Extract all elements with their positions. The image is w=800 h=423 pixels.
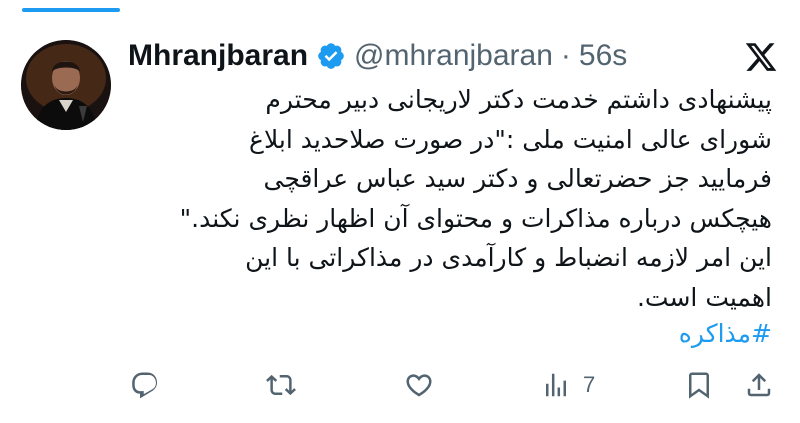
- separator-dot: ·: [560, 39, 571, 72]
- retweet-button[interactable]: [266, 368, 296, 402]
- tweet-header: Mhranjbaran @mhranjbaran · 56s: [128, 36, 627, 76]
- tab-indicator: [22, 8, 120, 12]
- views-chart-icon: [541, 370, 571, 400]
- tweet-text-line: هیچکس درباره مذاکرات و محتوای آن اظهار ن…: [179, 203, 772, 233]
- action-bar: 7: [0, 362, 800, 408]
- reply-button[interactable]: [130, 368, 160, 402]
- heart-icon: [404, 370, 434, 400]
- avatar-portrait: [21, 40, 111, 130]
- x-logo-icon: [744, 40, 778, 74]
- views-button[interactable]: 7: [541, 368, 595, 402]
- avatar[interactable]: [21, 40, 111, 130]
- retweet-icon: [266, 370, 296, 400]
- tweet-text-line: اهمیت است.: [636, 282, 772, 312]
- like-button[interactable]: [404, 368, 434, 402]
- user-handle[interactable]: @mhranjbaran: [354, 39, 553, 73]
- share-icon: [744, 370, 774, 400]
- timestamp[interactable]: 56s: [579, 39, 627, 73]
- verified-badge-icon[interactable]: [316, 41, 346, 71]
- tweet-text: پیشنهادی داشتم خدمت دکتر لاریجانی دبیر م…: [122, 80, 772, 317]
- hashtag-link[interactable]: #مذاکره: [679, 316, 772, 352]
- bookmark-icon: [684, 370, 714, 400]
- views-count: 7: [583, 372, 596, 397]
- tweet-text-line: پیشنهادی داشتم خدمت دکتر لاریجانی دبیر م…: [265, 85, 772, 114]
- bookmark-button[interactable]: [684, 368, 714, 402]
- reply-icon: [130, 370, 160, 400]
- tweet-text-line: فرمایید جز حضرتعالی و دکتر سید عباس عراق…: [263, 164, 772, 193]
- share-button[interactable]: [744, 368, 774, 402]
- display-name[interactable]: Mhranjbaran: [128, 39, 308, 73]
- tweet-text-line: این امر لازمه انضباط و کارآمدی در مذاکرا…: [245, 243, 772, 272]
- tweet-text-line: شورای عالی امنیت ملی :"در صورت صلاحدید ا…: [249, 124, 772, 154]
